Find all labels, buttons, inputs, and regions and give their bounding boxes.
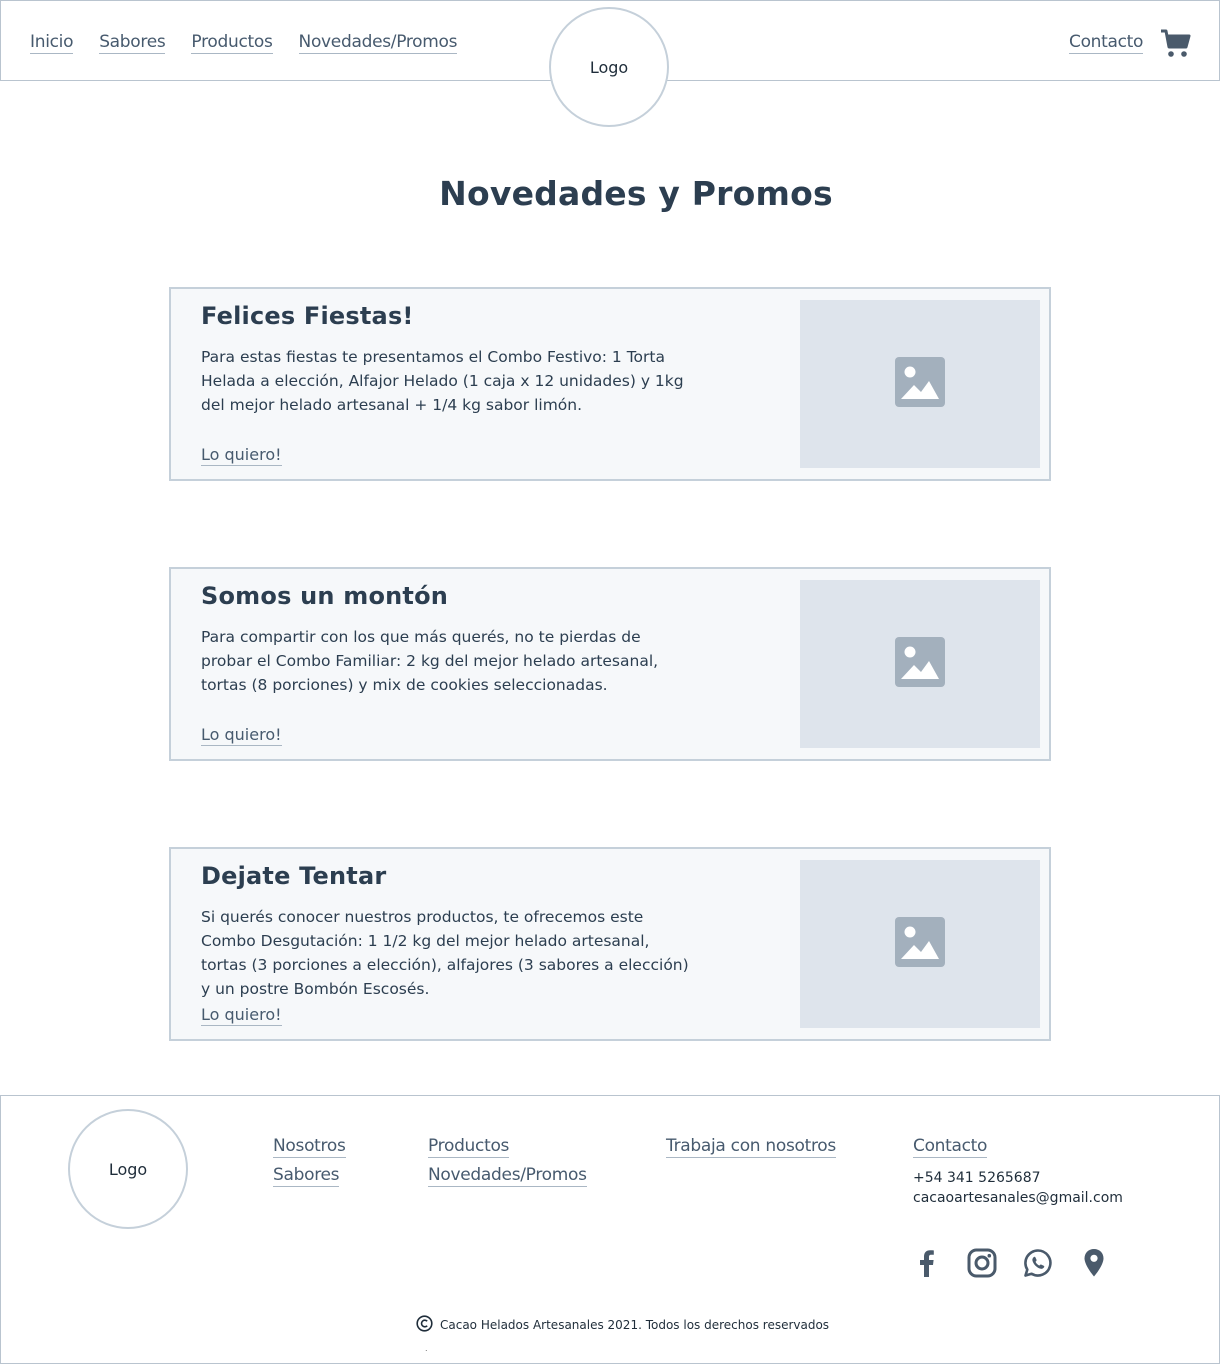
promo-card-dejate-tentar: Dejate Tentar Si querés conocer nuestros… [169, 847, 1051, 1041]
social-icons [909, 1246, 1133, 1280]
footer-dot: . [425, 1344, 428, 1353]
copyright: Cacao Helados Artesanales 2021. Todos lo… [416, 1315, 829, 1335]
lo-quiero-link[interactable]: Lo quiero! [201, 445, 282, 466]
footer-link-productos[interactable]: Productos [428, 1136, 509, 1158]
promo-title: Somos un montón [201, 582, 449, 610]
promo-title: Dejate Tentar [201, 862, 387, 890]
nav-sabores[interactable]: Sabores [99, 32, 166, 54]
footer-col-2: Productos Novedades/Promos [428, 1136, 587, 1194]
copyright-text: Cacao Helados Artesanales 2021. Todos lo… [440, 1318, 830, 1332]
promo-description: Si querés conocer nuestros productos, te… [201, 908, 689, 998]
footer-link-contacto[interactable]: Contacto [913, 1136, 987, 1158]
footer-col-3: Trabaja con nosotros [666, 1136, 836, 1165]
image-placeholder-icon [895, 357, 945, 411]
nav-novedades-promos[interactable]: Novedades/Promos [298, 32, 458, 54]
nav-productos[interactable]: Productos [191, 32, 273, 54]
contact-phone: +54 341 5265687 [913, 1170, 1041, 1186]
lo-quiero-link[interactable]: Lo quiero! [201, 725, 282, 746]
image-placeholder-icon [895, 917, 945, 971]
contact-info: +54 341 5265687 cacaoartesanales@gmail.c… [913, 1168, 1123, 1208]
footer-logo[interactable]: Logo [68, 1109, 188, 1229]
footer-link-nosotros[interactable]: Nosotros [273, 1136, 346, 1158]
promo-card-felices-fiestas: Felices Fiestas! Para estas fiestas te p… [169, 287, 1051, 481]
footer-col-contacto: Contacto [913, 1136, 987, 1165]
promo-title: Felices Fiestas! [201, 302, 414, 330]
cart-icon[interactable] [1159, 27, 1191, 59]
main-nav: Inicio Sabores Productos Novedades/Promo… [30, 32, 483, 54]
header-logo[interactable]: Logo [549, 7, 669, 127]
footer-link-sabores[interactable]: Sabores [273, 1165, 340, 1187]
contact-email[interactable]: cacaoartesanales@gmail.com [913, 1188, 1123, 1208]
nav-inicio[interactable]: Inicio [30, 32, 73, 54]
footer-link-novedades-promos[interactable]: Novedades/Promos [428, 1165, 587, 1187]
promo-description: Para compartir con los que más querés, n… [201, 628, 659, 694]
footer-col-1: Nosotros Sabores [273, 1136, 346, 1194]
promo-image [800, 580, 1040, 748]
lo-quiero-link[interactable]: Lo quiero! [201, 1005, 282, 1026]
instagram-icon[interactable] [965, 1246, 999, 1280]
promo-description: Para estas fiestas te presentamos el Com… [201, 348, 684, 414]
location-pin-icon[interactable] [1077, 1246, 1111, 1280]
site-footer: Logo Nosotros Sabores Productos Novedade… [0, 1095, 1220, 1364]
promo-image [800, 300, 1040, 468]
promo-card-somos-un-monton: Somos un montón Para compartir con los q… [169, 567, 1051, 761]
image-placeholder-icon [895, 637, 945, 691]
footer-link-trabaja-con-nosotros[interactable]: Trabaja con nosotros [666, 1136, 836, 1158]
promo-image [800, 860, 1040, 1028]
copyright-icon [416, 1315, 433, 1335]
nav-contacto[interactable]: Contacto [1069, 32, 1143, 54]
page-title: Novedades y Promos [439, 174, 833, 213]
whatsapp-icon[interactable] [1021, 1246, 1055, 1280]
facebook-icon[interactable] [909, 1246, 943, 1280]
